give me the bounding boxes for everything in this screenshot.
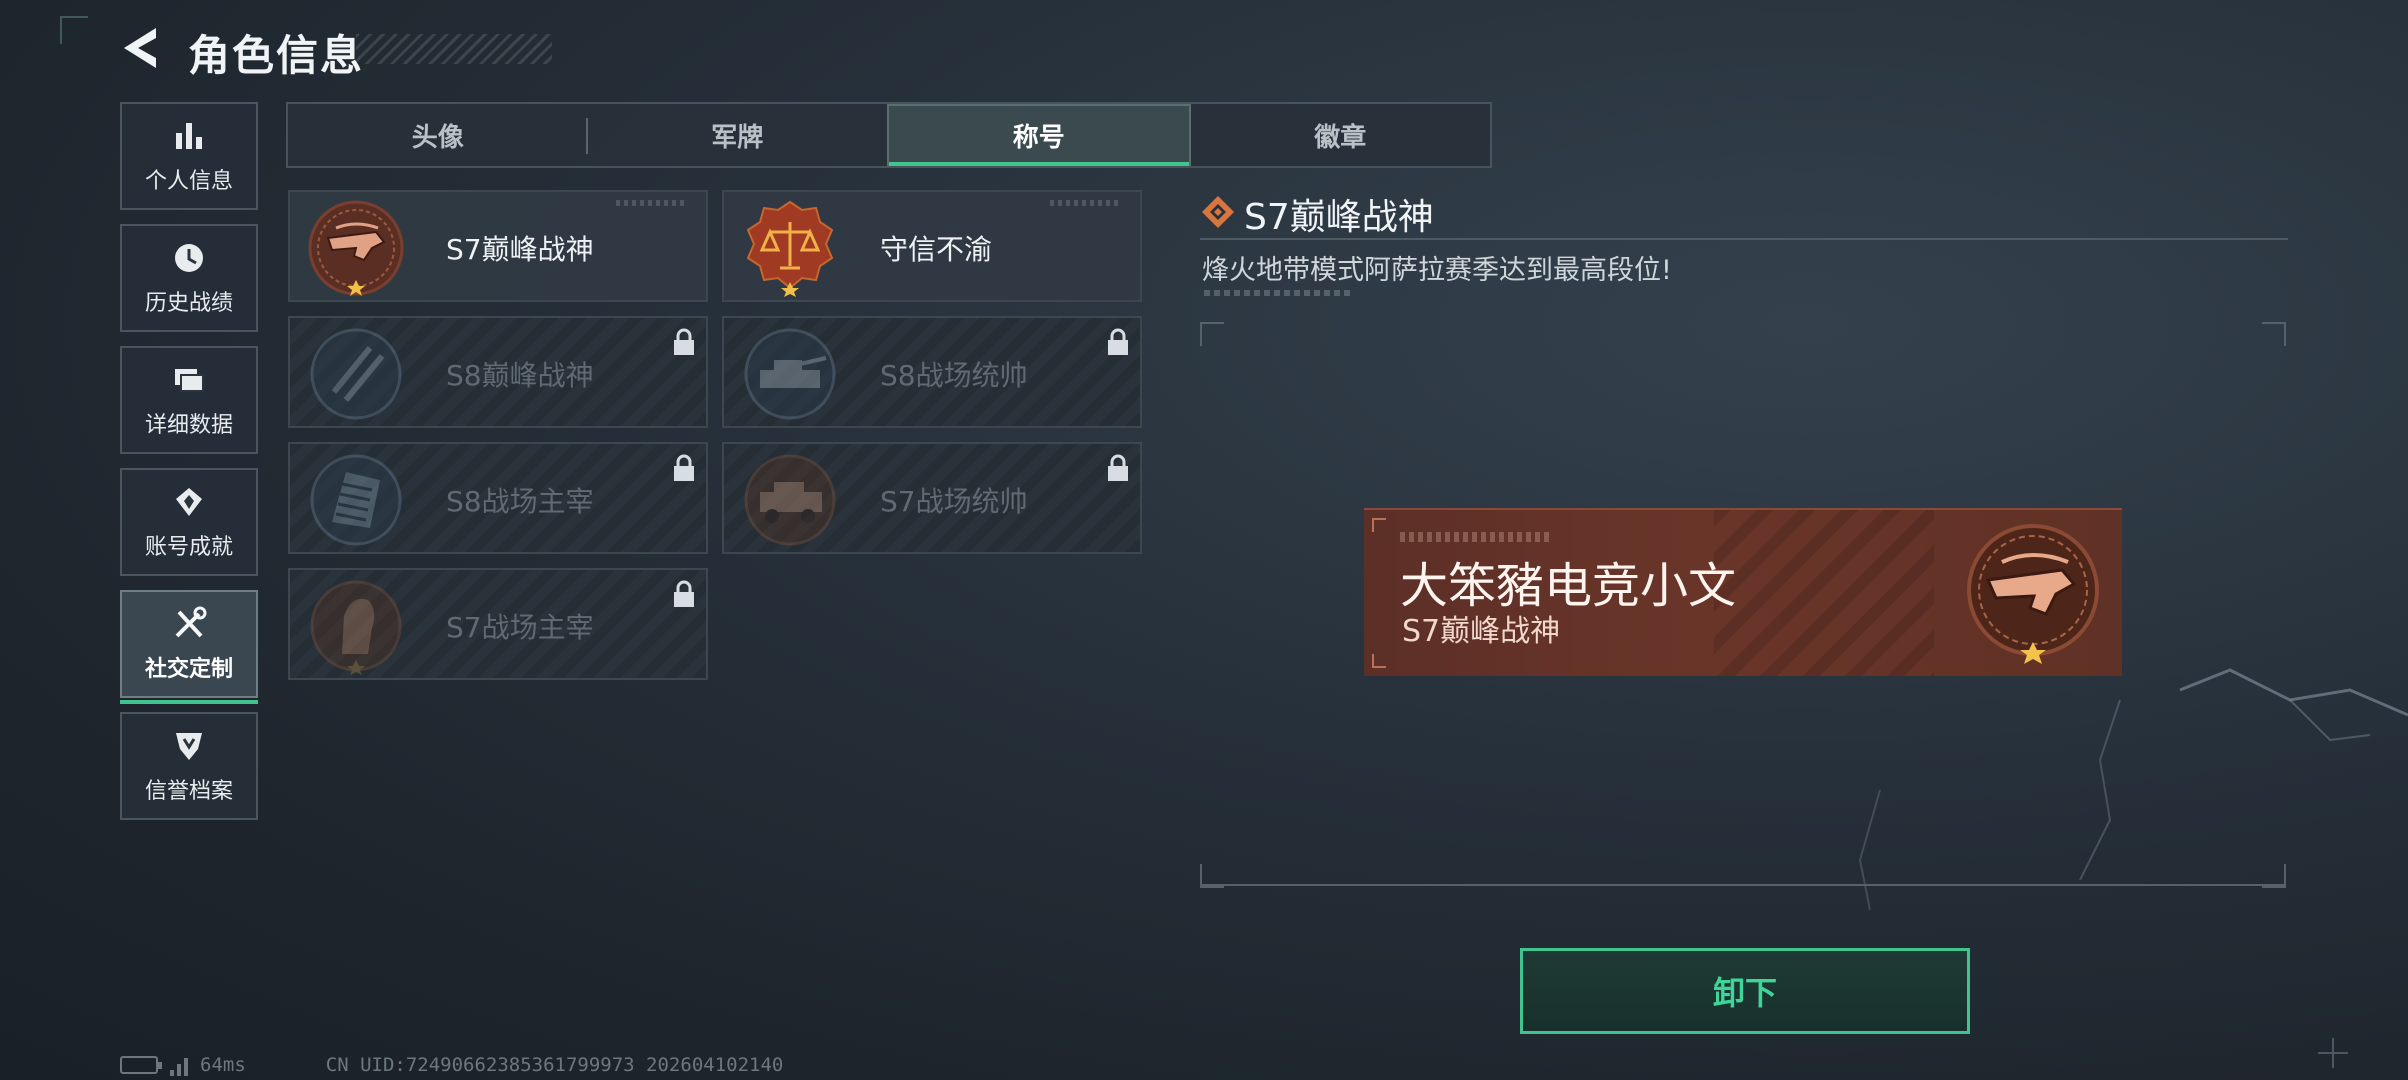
lock-icon (1108, 328, 1128, 355)
uid-text: CN UID:72490662385361799973 202604102140 (325, 1054, 784, 1076)
description-decoration (1204, 290, 1352, 296)
preview-baseline (1200, 884, 2286, 886)
title-name: S7巅峰战神 (446, 233, 594, 266)
title-name: S7战场主宰 (446, 611, 594, 644)
title-card[interactable]: S7战场统帅 (722, 442, 1142, 554)
sidebar: 个人信息 历史战绩 详细数据 账号成就 社交定制 信誉档案 (120, 102, 258, 834)
diamond-icon (1202, 196, 1234, 228)
sidebar-item-history[interactable]: 历史战绩 (120, 224, 258, 332)
category-tabs: 头像 军牌 称号 徽章 (286, 102, 1492, 168)
title-preview-card: 大笨豬电竞小文 S7巅峰战神 (1364, 508, 2122, 676)
sidebar-item-label: 信誉档案 (144, 779, 233, 804)
back-arrow-icon (124, 28, 156, 68)
signal-icon (170, 1054, 188, 1076)
wrench-screwdriver-icon (170, 605, 208, 643)
vehicle-medal-icon (744, 454, 836, 546)
card-tag-decoration (1050, 200, 1120, 206)
lock-icon (674, 328, 694, 355)
lock-icon (1108, 454, 1128, 481)
bar-chart-icon (170, 117, 208, 155)
building-medal-icon (310, 454, 402, 546)
shield-icon (170, 727, 208, 765)
soldier-medal-icon (310, 580, 402, 675)
achievement-icon (170, 483, 208, 521)
title-name: S8战场统帅 (880, 359, 1028, 392)
tank-medal-icon (744, 328, 836, 420)
sidebar-item-detailed-data[interactable]: 详细数据 (120, 346, 258, 454)
ping-value: 64ms (200, 1054, 246, 1076)
status-bar: 64ms CN UID:72490662385361799973 2026041… (120, 1054, 783, 1076)
unequip-button[interactable]: 卸下 (1520, 948, 1970, 1034)
divider (1200, 238, 2288, 240)
tab-badge[interactable]: 徽章 (1191, 104, 1491, 166)
title-card[interactable]: S8战场统帅 (722, 316, 1142, 428)
page-title: 角色信息 (188, 31, 365, 80)
tab-dog-tag[interactable]: 军牌 (588, 104, 888, 166)
title-card[interactable]: S7战场主宰 (288, 568, 708, 680)
detail-description: 烽火地带模式阿萨拉赛季达到最高段位! (1202, 255, 1672, 286)
sidebar-item-label: 账号成就 (144, 535, 233, 560)
battery-icon (120, 1056, 162, 1074)
sidebar-item-credit-file[interactable]: 信誉档案 (120, 712, 258, 820)
clock-icon (170, 239, 208, 277)
title-name: S7战场统帅 (880, 485, 1028, 518)
sidebar-item-label: 详细数据 (144, 413, 233, 438)
title-card[interactable]: S7巅峰战神 (288, 190, 708, 302)
tab-label: 称号 (1012, 122, 1065, 153)
tab-avatar[interactable]: 头像 (288, 104, 588, 166)
card-pattern (1714, 510, 1934, 676)
scales-medal-icon (746, 200, 834, 297)
title-decoration (356, 34, 552, 64)
folder-icon (170, 361, 208, 399)
sidebar-item-social-custom[interactable]: 社交定制 (120, 590, 258, 704)
card-tag-decoration (1400, 532, 1550, 542)
title-name: 守信不渝 (880, 233, 993, 266)
title-card[interactable]: S8战场主宰 (288, 442, 708, 554)
detail-title: S7巅峰战神 (1244, 197, 1434, 238)
back-button[interactable] (118, 24, 162, 72)
crossbow-medal-icon (1967, 524, 2099, 664)
sidebar-item-label: 社交定制 (144, 657, 233, 682)
lock-icon (674, 580, 694, 607)
crossbow-medal-icon (308, 200, 404, 296)
title-card[interactable]: 守信不渝 (722, 190, 1142, 302)
corner-decoration (60, 16, 88, 44)
sidebar-item-personal-info[interactable]: 个人信息 (120, 102, 258, 210)
tab-label: 军牌 (711, 122, 764, 153)
sidebar-item-label: 历史战绩 (144, 291, 233, 316)
title-name: S8战场主宰 (446, 485, 594, 518)
emblem-medal-icon (310, 328, 402, 420)
title-card[interactable]: S8巅峰战神 (288, 316, 708, 428)
lock-icon (674, 454, 694, 481)
sidebar-item-achievements[interactable]: 账号成就 (120, 468, 258, 576)
title-name: S8巅峰战神 (446, 359, 594, 392)
tab-label: 头像 (411, 122, 464, 153)
crosshair-icon (2318, 1038, 2348, 1068)
sidebar-item-label: 个人信息 (144, 169, 233, 194)
preview-title: S7巅峰战神 (1402, 614, 1561, 649)
tab-label: 徽章 (1314, 122, 1367, 153)
tab-title[interactable]: 称号 (887, 104, 1191, 166)
card-tag-decoration (616, 200, 686, 206)
